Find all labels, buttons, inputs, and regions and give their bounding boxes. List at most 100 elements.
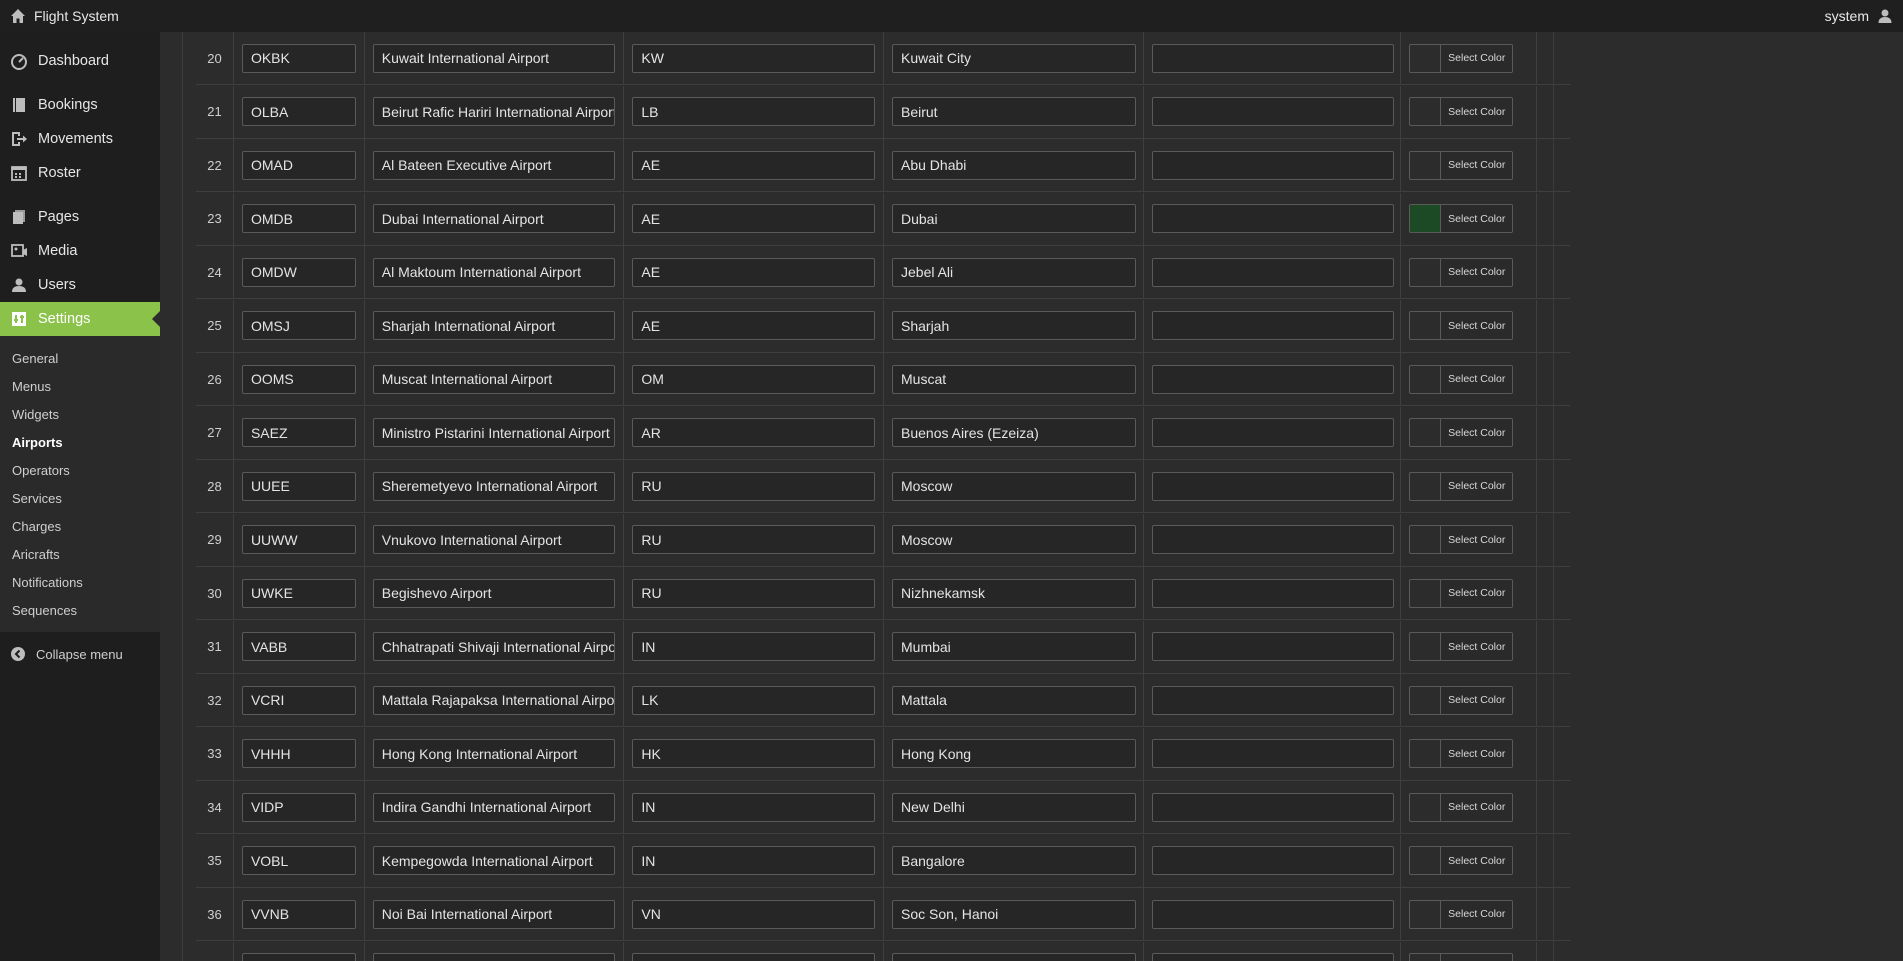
- sidebar-item-movements[interactable]: Movements: [0, 122, 160, 156]
- color-swatch[interactable]: [1410, 526, 1442, 553]
- extra-field[interactable]: [1151, 899, 1394, 929]
- icao-code-field[interactable]: WMKK: [241, 953, 356, 961]
- extra-field[interactable]: [1151, 846, 1394, 875]
- color-swatch[interactable]: [1410, 847, 1442, 874]
- color-picker[interactable]: Select Color: [1409, 846, 1514, 875]
- city-field[interactable]: Bangalore: [892, 846, 1136, 875]
- color-picker[interactable]: Select Color: [1409, 953, 1514, 961]
- color-swatch[interactable]: [1410, 900, 1442, 928]
- color-picker[interactable]: Select Color: [1409, 150, 1514, 180]
- city-field[interactable]: Dubai: [892, 204, 1136, 233]
- airport-name-field[interactable]: Beirut Rafic Hariri International Airpor…: [372, 97, 615, 126]
- country-code-field[interactable]: RU: [632, 471, 876, 501]
- country-code-field[interactable]: LK: [632, 685, 876, 715]
- color-picker[interactable]: Select Color: [1409, 418, 1514, 447]
- extra-field[interactable]: [1151, 43, 1394, 73]
- select-color-button[interactable]: Select Color: [1441, 526, 1513, 553]
- icao-code-field[interactable]: UUEE: [241, 471, 356, 501]
- sidebar-item-media[interactable]: Media: [0, 234, 160, 268]
- icao-code-field[interactable]: SAEZ: [241, 418, 356, 447]
- airport-name-field[interactable]: Muscat International Airport: [372, 364, 615, 394]
- city-field[interactable]: Beirut: [892, 97, 1136, 126]
- select-color-button[interactable]: Select Color: [1441, 365, 1513, 393]
- color-picker[interactable]: Select Color: [1409, 685, 1514, 715]
- select-color-button[interactable]: Select Color: [1441, 793, 1513, 821]
- extra-field[interactable]: [1151, 685, 1394, 715]
- sidebar-item-pages[interactable]: Pages: [0, 200, 160, 234]
- color-picker[interactable]: Select Color: [1409, 97, 1514, 126]
- color-picker[interactable]: Select Color: [1409, 792, 1514, 822]
- color-picker[interactable]: Select Color: [1409, 43, 1514, 73]
- country-code-field[interactable]: IN: [632, 846, 876, 875]
- extra-field[interactable]: [1151, 311, 1394, 340]
- extra-field[interactable]: [1151, 632, 1394, 661]
- color-swatch[interactable]: [1410, 419, 1442, 446]
- airport-name-field[interactable]: Dubai International Airport: [372, 204, 615, 233]
- user-menu[interactable]: system: [1825, 8, 1893, 24]
- extra-field[interactable]: [1151, 97, 1394, 126]
- country-code-field[interactable]: MY: [632, 953, 876, 961]
- extra-field[interactable]: [1151, 792, 1394, 822]
- select-color-button[interactable]: Select Color: [1441, 312, 1513, 339]
- select-color-button[interactable]: Select Color: [1441, 472, 1513, 500]
- submenu-widgets[interactable]: Widgets: [0, 400, 160, 428]
- country-code-field[interactable]: AR: [632, 418, 876, 447]
- brand[interactable]: Flight System: [10, 8, 119, 24]
- select-color-button[interactable]: Select Color: [1441, 633, 1513, 660]
- select-color-button[interactable]: Select Color: [1441, 151, 1513, 179]
- icao-code-field[interactable]: OLBA: [241, 97, 356, 126]
- airport-name-field[interactable]: Kuwait International Airport: [372, 43, 615, 73]
- color-swatch[interactable]: [1410, 312, 1442, 339]
- select-color-button[interactable]: Select Color: [1441, 258, 1513, 286]
- color-swatch[interactable]: [1410, 954, 1442, 961]
- city-field[interactable]: Moscow: [892, 471, 1136, 501]
- color-picker[interactable]: Select Color: [1409, 899, 1514, 929]
- icao-code-field[interactable]: VOBL: [241, 846, 356, 875]
- airport-name-field[interactable]: Noi Bai International Airport: [372, 899, 615, 929]
- country-code-field[interactable]: AE: [632, 150, 876, 180]
- icao-code-field[interactable]: VHHH: [241, 739, 356, 768]
- select-color-button[interactable]: Select Color: [1441, 740, 1513, 767]
- select-color-button[interactable]: Select Color: [1441, 44, 1513, 72]
- icao-code-field[interactable]: OMDB: [241, 204, 356, 233]
- color-picker[interactable]: Select Color: [1409, 311, 1514, 340]
- sidebar-item-roster[interactable]: Roster: [0, 156, 160, 190]
- select-color-button[interactable]: Select Color: [1441, 847, 1513, 874]
- icao-code-field[interactable]: OOMS: [241, 364, 356, 394]
- icao-code-field[interactable]: OMAD: [241, 150, 356, 180]
- country-code-field[interactable]: RU: [632, 525, 876, 554]
- country-code-field[interactable]: IN: [632, 792, 876, 822]
- airport-name-field[interactable]: Indira Gandhi International Airport: [372, 792, 615, 822]
- color-picker[interactable]: Select Color: [1409, 204, 1514, 233]
- color-picker[interactable]: Select Color: [1409, 578, 1514, 608]
- sidebar-item-users[interactable]: Users: [0, 268, 160, 302]
- country-code-field[interactable]: AE: [632, 204, 876, 233]
- airport-name-field[interactable]: Al Bateen Executive Airport: [372, 150, 615, 180]
- country-code-field[interactable]: AE: [632, 311, 876, 340]
- color-picker[interactable]: Select Color: [1409, 525, 1514, 554]
- airport-name-field[interactable]: Ministro Pistarini International Airport: [372, 418, 615, 447]
- submenu-menus[interactable]: Menus: [0, 372, 160, 400]
- color-picker[interactable]: Select Color: [1409, 471, 1514, 501]
- airport-name-field[interactable]: Begishevo Airport: [372, 578, 615, 608]
- city-field[interactable]: Sharjah: [892, 311, 1136, 340]
- city-field[interactable]: Mattala: [892, 685, 1136, 715]
- submenu-services[interactable]: Services: [0, 484, 160, 512]
- airport-name-field[interactable]: Kuala Lumpur International Airport: [372, 953, 615, 961]
- city-field[interactable]: Mumbai: [892, 632, 1136, 661]
- country-code-field[interactable]: IN: [632, 632, 876, 661]
- submenu-notifications[interactable]: Notifications: [0, 568, 160, 596]
- submenu-general[interactable]: General: [0, 344, 160, 372]
- country-code-field[interactable]: OM: [632, 364, 876, 394]
- extra-field[interactable]: [1151, 418, 1394, 447]
- airport-name-field[interactable]: Al Maktoum International Airport: [372, 257, 615, 287]
- city-field[interactable]: Nizhnekamsk: [892, 578, 1136, 608]
- icao-code-field[interactable]: UUWW: [241, 525, 356, 554]
- airport-name-field[interactable]: Kempegowda International Airport: [372, 846, 615, 875]
- submenu-aircrafts[interactable]: Aricrafts: [0, 540, 160, 568]
- color-swatch[interactable]: [1410, 151, 1442, 179]
- icao-code-field[interactable]: VABB: [241, 632, 356, 661]
- airport-name-field[interactable]: Chhatrapati Shivaji International Airpor…: [372, 632, 615, 661]
- extra-field[interactable]: [1151, 525, 1394, 554]
- city-field[interactable]: Hong Kong: [892, 739, 1136, 768]
